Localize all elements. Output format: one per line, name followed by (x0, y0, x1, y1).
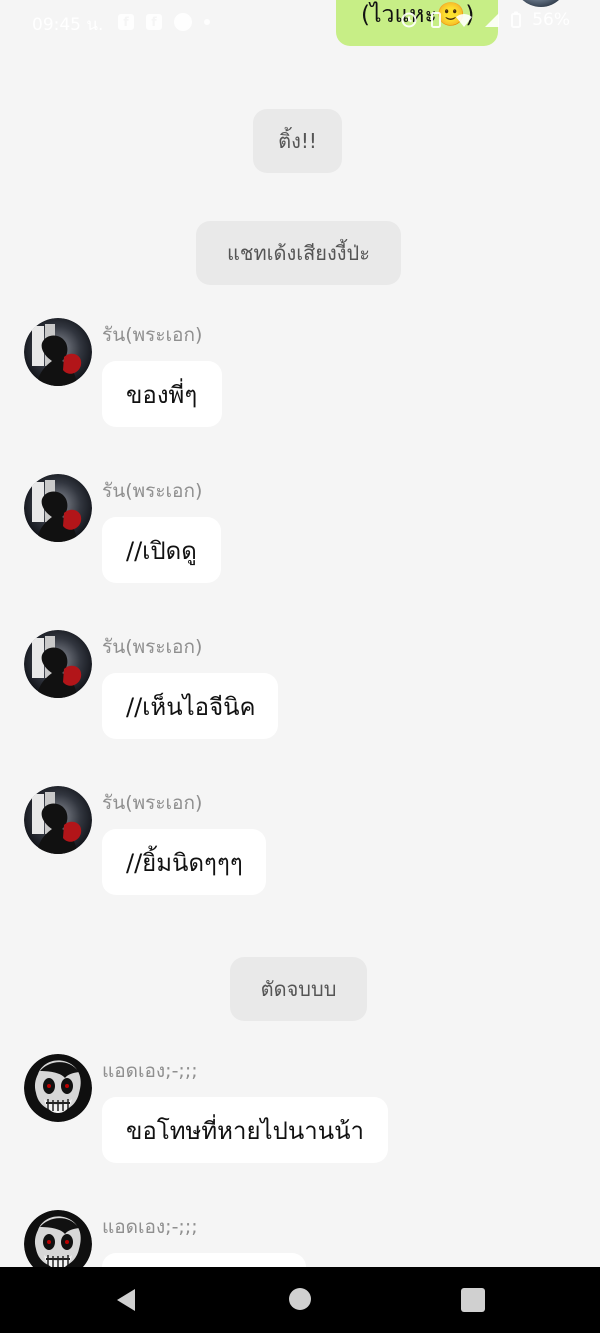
message-bubble[interactable]: //เปิดดู (102, 517, 221, 583)
home-button[interactable] (288, 1287, 312, 1311)
avatar[interactable] (24, 630, 92, 698)
recents-icon (461, 1288, 485, 1312)
back-button[interactable] (114, 1287, 138, 1313)
messenger-icon (174, 13, 192, 31)
chat-message: รัน(พระเอก) ของพี่ๆ (0, 318, 600, 438)
message-bubble[interactable]: ขอโทษที่หายไปนานน้า (102, 1097, 388, 1163)
system-message[interactable]: แชทเด้งเสียงงี้ป่ะ (196, 221, 401, 285)
status-notification-icons: f f (118, 13, 210, 31)
sender-name: รัน(พระเอก) (102, 636, 203, 658)
chat-message: แอดเอง;-;;; (0, 1210, 600, 1267)
sender-name: แอดเอง;-;;; (102, 1060, 198, 1082)
status-bar: 09:45 น. f f 56% (0, 0, 600, 44)
sender-name: รัน(พระเอก) (102, 324, 203, 346)
system-message[interactable]: ตัดจบบบ (230, 957, 367, 1021)
avatar[interactable] (24, 1210, 92, 1267)
back-icon (117, 1289, 135, 1311)
message-bubble[interactable]: //ยิ้มนิดๆๆๆ (102, 829, 266, 895)
message-text: //ยิ้มนิดๆๆๆ (126, 848, 243, 877)
chat-message: แอดเอง;-;;; ขอโทษที่หายไปนานน้า (0, 1054, 600, 1174)
system-message-text: แชทเด้งเสียงงี้ป่ะ (227, 241, 370, 265)
facebook-icon: f (118, 14, 134, 30)
message-bubble[interactable] (102, 1253, 306, 1267)
facebook-icon: f (146, 14, 162, 30)
navigation-bar (0, 1267, 600, 1333)
recents-button[interactable] (460, 1287, 486, 1313)
avatar[interactable] (24, 474, 92, 542)
message-text: //เห็นไอจีนิค (126, 692, 256, 721)
alarm-icon (401, 12, 417, 28)
avatar[interactable] (24, 318, 92, 386)
wifi-icon (456, 14, 473, 27)
chat-message: รัน(พระเอก) //เปิดดู (0, 474, 600, 594)
message-bubble[interactable]: ของพี่ๆ (102, 361, 222, 427)
chat-message: รัน(พระเอก) //ยิ้มนิดๆๆๆ (0, 786, 600, 906)
signal-icon (485, 13, 500, 27)
notification-dot-icon (204, 19, 210, 25)
status-system-icons: 56% (400, 10, 570, 30)
avatar[interactable] (24, 786, 92, 854)
message-bubble[interactable]: //เห็นไอจีนิค (102, 673, 278, 739)
chat-screen: 09:45 น. f f 56% (ไวแหะ🙂) ติ้ง!! แชทเด้ง… (0, 0, 600, 1267)
sender-name: แอดเอง;-;;; (102, 1216, 198, 1238)
status-time: 09:45 น. (32, 15, 104, 35)
battery-icon (511, 11, 522, 28)
battery-percentage: 56% (532, 10, 570, 30)
sender-name: รัน(พระเอก) (102, 792, 203, 814)
system-message-text: ตัดจบบบ (260, 977, 337, 1001)
avatar[interactable] (24, 1054, 92, 1122)
home-icon (289, 1288, 311, 1310)
sender-name: รัน(พระเอก) (102, 480, 203, 502)
system-message[interactable]: ติ้ง!! (253, 109, 342, 173)
message-text: ขอโทษที่หายไปนานน้า (126, 1116, 365, 1145)
system-message-text: ติ้ง!! (278, 129, 317, 153)
chat-message: รัน(พระเอก) //เห็นไอจีนิค (0, 630, 600, 750)
message-text: //เปิดดู (126, 536, 197, 565)
vibrate-icon (431, 12, 442, 28)
message-text: ของพี่ๆ (126, 380, 198, 409)
